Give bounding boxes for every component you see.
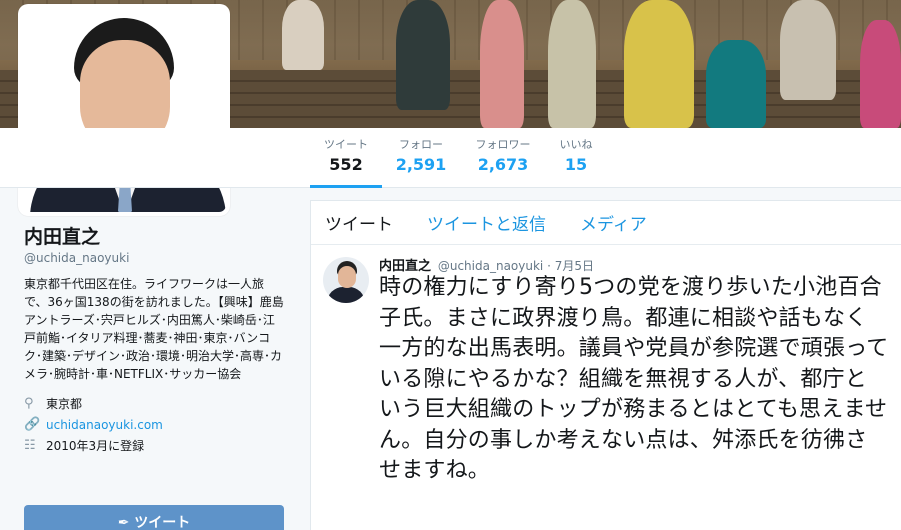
stat-label: ツイート (324, 138, 368, 151)
link-icon: 🔗 (24, 417, 41, 432)
profile-sidebar: 内田直之 @uchida_naoyuki 東京都千代田区在住。ライフワークは一人… (24, 222, 286, 456)
tweet-compose-button[interactable]: ✒ ツイート (24, 505, 284, 530)
calendar-icon: ☷ (24, 438, 36, 453)
timeline-tabs: ツイート ツイートと返信 メディア (311, 201, 901, 245)
profile-bio: 東京都千代田区在住。ライフワークは一人旅で、36ヶ国138の街を訪れました。【興… (24, 277, 284, 381)
stat-value: 15 (564, 155, 588, 174)
profile-name[interactable]: 内田直之 (24, 222, 286, 249)
tweet-button-label: ツイート (134, 515, 191, 530)
tweet-header: 内田直之 @uchida_naoyuki · 7月5日 (379, 255, 901, 274)
map-pin-icon: ⚲ (24, 396, 34, 411)
stat-value: 552 (329, 155, 363, 174)
stat-label: フォロワー (475, 138, 531, 151)
quill-icon: ✒ (117, 515, 130, 530)
profile-nav: ツイート 552 フォロー 2,591 フォロワー 2,673 いいね 15 (0, 128, 901, 188)
profile-handle[interactable]: @uchida_naoyuki (24, 251, 286, 265)
stat-label: いいね (559, 138, 593, 151)
tweet-author-handle[interactable]: @uchida_naoyuki (438, 259, 543, 273)
stat-value: 2,591 (395, 155, 447, 174)
stat-likes[interactable]: いいね 15 (552, 136, 600, 188)
timeline-panel: ツイート ツイートと返信 メディア 内田直之 @uchida_naoyuki ·… (310, 200, 901, 530)
tab-tweets-and-replies[interactable]: ツイートと返信 (427, 210, 546, 235)
stat-tweets[interactable]: ツイート 552 (310, 136, 382, 188)
stat-label: フォロー (399, 138, 443, 151)
tab-tweets[interactable]: ツイート (325, 210, 393, 235)
stat-value: 2,673 (477, 155, 529, 174)
tweet-text: 時の権力にすり寄り5つの党を渡り歩いた小池百合子氏。まさに政界渡り鳥。都連に相談… (379, 275, 889, 483)
stat-following[interactable]: フォロー 2,591 (390, 136, 452, 188)
tweet-date[interactable]: · 7月5日 (547, 259, 594, 273)
tab-media[interactable]: メディア (580, 210, 647, 235)
profile-url[interactable]: uchidanaoyuki.com (46, 418, 163, 432)
profile-location: 東京都 (46, 397, 83, 411)
profile-meta: ⚲ 東京都 🔗 uchidanaoyuki.com ☷ 2010年3月に登録 (24, 393, 286, 456)
stat-followers[interactable]: フォロワー 2,673 (468, 136, 538, 188)
tweet-item[interactable]: 内田直之 @uchida_naoyuki · 7月5日 時の権力にすり寄り5つの… (311, 245, 901, 487)
tweet-avatar[interactable] (323, 257, 369, 303)
profile-joined: 2010年3月に登録 (46, 439, 145, 453)
tweet-author-name[interactable]: 内田直之 (379, 259, 431, 274)
